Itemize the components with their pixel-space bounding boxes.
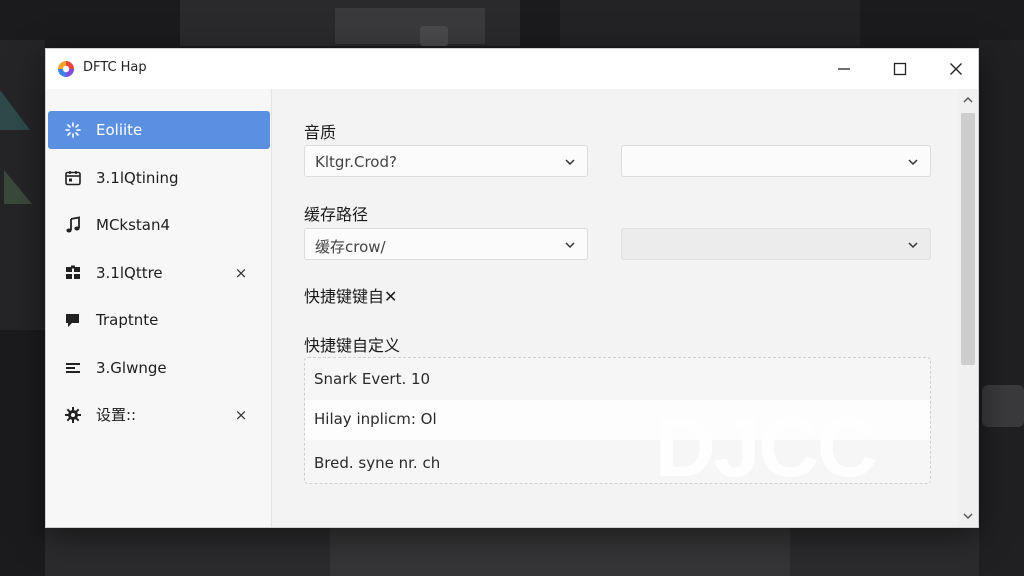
sidebar-item-qtining[interactable]: 3.1lQtining — [48, 159, 270, 197]
sidebar-item-traptnte[interactable]: Traptnte — [48, 301, 270, 339]
chevron-down-icon — [565, 242, 575, 249]
close-item-icon[interactable]: × — [232, 405, 250, 425]
title-bar[interactable]: DFTC Hap — [46, 49, 978, 89]
cache-path-value: 缓存crow/ — [315, 238, 386, 256]
sidebar-item-mckstan[interactable]: MCkstan4 — [48, 206, 270, 244]
scrollbar-thumb[interactable] — [961, 113, 975, 365]
sidebar-item-qttre[interactable]: 3.1lQttre × — [48, 254, 270, 292]
chevron-down-icon[interactable] — [963, 511, 973, 521]
sidebar-item-label: Traptnte — [96, 311, 159, 329]
cache-path-label: 缓存路径 — [304, 205, 369, 224]
close-item-icon[interactable]: × — [232, 263, 250, 283]
app-logo-icon — [58, 61, 74, 77]
calendar-icon — [64, 169, 82, 187]
backdrop-shape — [560, 0, 860, 46]
cache-path-secondary-select[interactable] — [621, 228, 931, 260]
chat-icon — [64, 311, 82, 329]
sidebar-item-label: Eoliite — [96, 121, 143, 139]
chevron-down-icon — [908, 159, 918, 166]
sidebar-item-label: 3.Glwnge — [96, 359, 167, 377]
list-icon — [64, 359, 82, 377]
scrollbar[interactable] — [958, 89, 978, 527]
minimize-icon — [838, 68, 850, 70]
sidebar-item-label: 3.1lQttre — [96, 264, 163, 282]
backdrop-shape — [979, 40, 1024, 576]
sidebar-item-label: MCkstan4 — [96, 216, 171, 234]
minimize-button[interactable] — [816, 49, 872, 89]
cache-path-select[interactable]: 缓存crow/ — [304, 228, 588, 260]
backdrop-shape — [420, 26, 448, 46]
sidebar-item-eoliite[interactable]: Eoliite — [48, 111, 270, 149]
list-item-text: Snark Evert. 10 — [314, 370, 431, 388]
quality-secondary-select[interactable] — [621, 145, 931, 177]
list-item-text: Hilay inplicm: Ol — [314, 410, 437, 428]
settings-panel: 音质 Kltgr.Crod? 缓存路径 缓存crow/ 快捷键键自✕ 快捷键自定… — [273, 89, 958, 527]
close-button[interactable] — [928, 49, 978, 89]
sidebar-item-label: 3.1lQtining — [96, 169, 179, 187]
sidebar-item-settings[interactable]: 设置:: × — [48, 396, 270, 434]
backdrop-shape — [330, 528, 790, 576]
backdrop-shape — [0, 90, 30, 130]
shortcut-custom-label: 快捷键自定义 — [304, 336, 401, 355]
quality-label: 音质 — [304, 123, 337, 142]
grid-icon — [64, 264, 82, 282]
quality-select-value: Kltgr.Crod? — [315, 153, 397, 171]
chevron-down-icon — [908, 242, 918, 249]
maximize-icon — [893, 62, 907, 76]
sidebar-item-glwnge[interactable]: 3.Glwnge — [48, 349, 270, 387]
sidebar: Eoliite 3.1lQtining MCkstan4 3.1lQttre × — [46, 89, 272, 527]
backdrop-shape — [4, 170, 32, 204]
shortcut-toggle-label: 快捷键键自✕ — [304, 287, 398, 306]
list-item[interactable]: Snark Evert. 10 — [305, 360, 930, 400]
watermark-text: DJCC — [655, 400, 878, 494]
maximize-button[interactable] — [872, 49, 928, 89]
list-item-text: Bred. syne nr. ch — [314, 454, 441, 472]
app-window: DFTC Hap Eoliite 3.1lQtining MCkstan4 3.… — [45, 48, 979, 528]
quality-select[interactable]: Kltgr.Crod? — [304, 145, 588, 177]
gear-icon — [64, 406, 82, 424]
backdrop-shape — [335, 8, 485, 44]
chevron-up-icon[interactable] — [963, 95, 973, 105]
window-title: DFTC Hap — [83, 60, 147, 75]
sidebar-item-label: 设置:: — [96, 406, 137, 424]
sparkle-icon — [64, 121, 82, 139]
chevron-down-icon — [565, 159, 575, 166]
backdrop-shape — [982, 385, 1024, 427]
close-icon — [950, 63, 962, 75]
music-note-icon — [64, 216, 82, 234]
